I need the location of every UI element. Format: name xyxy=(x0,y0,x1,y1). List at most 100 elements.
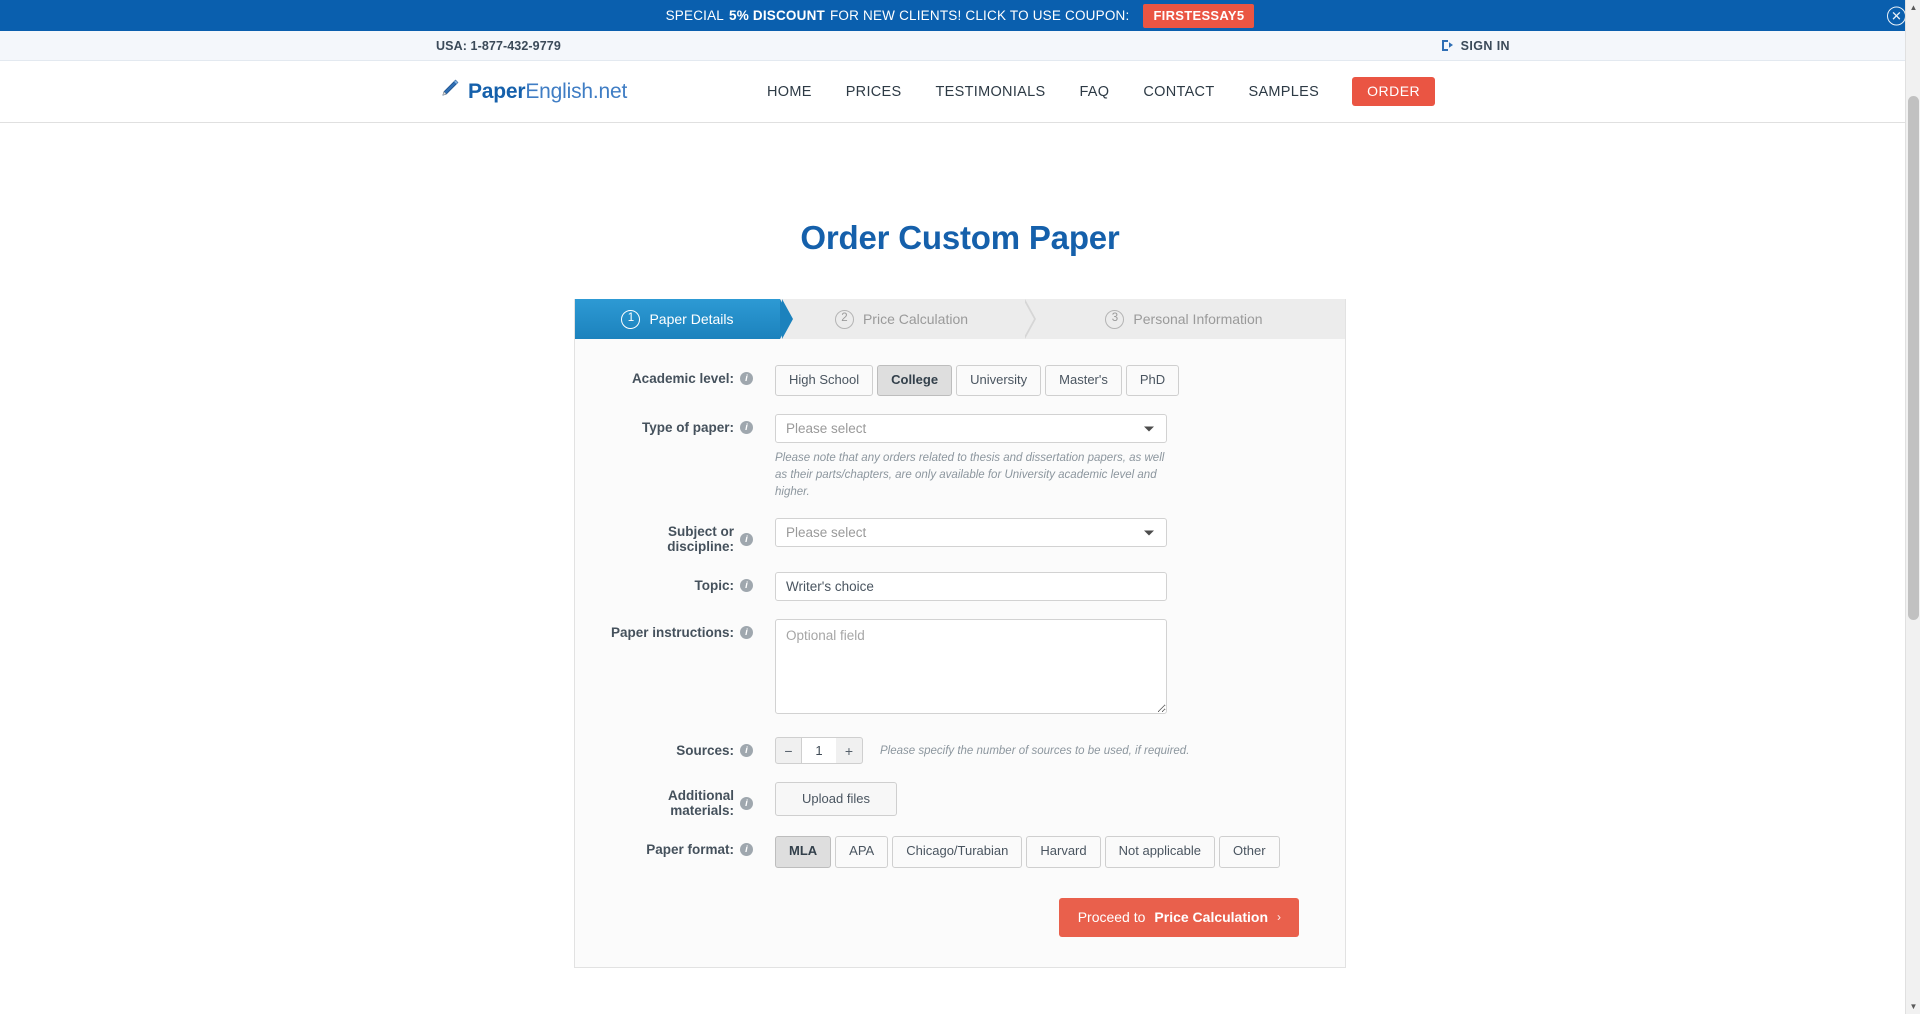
sources-increment-button[interactable]: + xyxy=(836,737,863,765)
paper-format-options: MLA APA Chicago/Turabian Harvard Not app… xyxy=(775,836,1345,868)
academic-level-options: High School College University Master's … xyxy=(775,365,1345,397)
academic-level-university[interactable]: University xyxy=(956,365,1042,397)
label-paper-format: Paper format: i xyxy=(601,836,753,857)
academic-level-masters[interactable]: Master's xyxy=(1045,365,1122,397)
step-number-1: 1 xyxy=(621,309,641,329)
type-of-paper-note: Please note that any orders related to t… xyxy=(775,452,1165,498)
paper-format-other[interactable]: Other xyxy=(1219,836,1280,868)
paper-format-not-applicable[interactable]: Not applicable xyxy=(1104,836,1216,868)
label-additional-materials: Additional materials: i xyxy=(601,782,753,818)
academic-level-college[interactable]: College xyxy=(877,365,953,397)
order-button[interactable]: ORDER xyxy=(1352,77,1436,106)
logo[interactable]: PaperEnglish.net xyxy=(438,78,627,105)
sign-in-label: SIGN IN xyxy=(1460,38,1510,53)
step-label-3: Personal Information xyxy=(1133,311,1263,327)
scroll-up-icon[interactable]: ▲ xyxy=(1906,0,1920,15)
step-label-1: Paper Details xyxy=(649,311,734,327)
step-paper-details[interactable]: 1 Paper Details xyxy=(575,299,793,339)
step-label-2: Price Calculation xyxy=(862,311,969,327)
order-steps: 1 Paper Details 2 Price Calculation 3 Pe… xyxy=(575,299,1345,339)
type-of-paper-select[interactable]: Please select xyxy=(775,414,1167,444)
sources-stepper: − 1 + xyxy=(775,737,863,765)
row-additional-materials: Additional materials: i Upload files xyxy=(575,782,1345,818)
nav-item-prices[interactable]: PRICES xyxy=(829,84,919,100)
paper-format-apa[interactable]: APA xyxy=(835,836,889,868)
label-paper-instructions: Paper instructions: i xyxy=(601,619,753,640)
info-icon[interactable]: i xyxy=(740,421,753,435)
info-icon[interactable]: i xyxy=(740,796,753,810)
sign-in-button[interactable]: SIGN IN xyxy=(1441,39,1510,53)
label-type-of-paper-text: Type of paper: xyxy=(641,420,734,436)
coupon-code-badge[interactable]: FIRSTESSAY5 xyxy=(1143,3,1255,28)
utility-bar: USA: 1-877-432-9779 SIGN IN xyxy=(0,31,1920,61)
label-sources-text: Sources: xyxy=(676,743,734,759)
step-number-3: 3 xyxy=(1105,309,1125,329)
close-icon[interactable]: ✕ xyxy=(1887,6,1906,25)
promo-banner[interactable]: SPECIAL 5% DISCOUNT FOR NEW CLIENTS! CLI… xyxy=(0,0,1920,31)
proceed-prefix: Proceed to xyxy=(1077,908,1146,925)
chevron-right-icon: › xyxy=(1277,909,1281,924)
row-sources: Sources: i − 1 + Please specify the numb… xyxy=(575,737,1345,765)
info-icon[interactable]: i xyxy=(740,372,753,385)
scrollbar-thumb[interactable] xyxy=(1908,96,1919,620)
phone-number: USA: 1-877-432-9779 xyxy=(436,38,561,53)
scroll-down-icon[interactable]: ▼ xyxy=(1906,999,1920,1014)
sources-decrement-button[interactable]: − xyxy=(775,737,802,765)
upload-files-button[interactable]: Upload files xyxy=(775,782,897,817)
proceed-bold: Price Calculation xyxy=(1154,908,1268,925)
main-nav: HOME PRICES TESTIMONIALS FAQ CONTACT SAM… xyxy=(750,77,1436,106)
row-subject: Subject or discipline: i Please select xyxy=(575,518,1345,554)
sources-value[interactable]: 1 xyxy=(802,737,836,765)
nav-item-testimonials[interactable]: TESTIMONIALS xyxy=(919,84,1063,100)
chevron-down-icon xyxy=(1144,530,1154,536)
info-icon[interactable]: i xyxy=(740,843,753,857)
step-number-2: 2 xyxy=(834,309,854,329)
label-paper-instructions-text: Paper instructions: xyxy=(610,625,734,641)
label-academic-level-text: Academic level: xyxy=(631,371,734,386)
label-topic-text: Topic: xyxy=(694,578,735,594)
paper-format-harvard[interactable]: Harvard xyxy=(1026,836,1101,868)
row-academic-level: Academic level: i High School College Un… xyxy=(575,365,1345,397)
label-sources: Sources: i xyxy=(601,737,753,758)
type-of-paper-value: Please select xyxy=(786,421,867,437)
subject-select[interactable]: Please select xyxy=(775,518,1167,548)
step-personal-information[interactable]: 3 Personal Information xyxy=(1023,299,1345,339)
row-topic: Topic: i xyxy=(575,572,1345,602)
page-title: Order Custom Paper xyxy=(800,219,1120,256)
label-type-of-paper: Type of paper: i xyxy=(601,414,753,435)
order-form: Academic level: i High School College Un… xyxy=(575,339,1345,967)
label-subject-text: Subject or discipline: xyxy=(667,524,734,555)
proceed-row: Proceed to Price Calculation › xyxy=(575,886,1345,937)
academic-level-phd[interactable]: PhD xyxy=(1125,365,1180,397)
topic-input[interactable] xyxy=(775,572,1167,602)
nav-item-samples[interactable]: SAMPLES xyxy=(1231,84,1336,100)
row-paper-instructions: Paper instructions: i xyxy=(575,619,1345,719)
row-paper-format: Paper format: i MLA APA Chicago/Turabian… xyxy=(575,836,1345,868)
pen-icon xyxy=(438,78,460,105)
paper-instructions-textarea[interactable] xyxy=(775,619,1167,715)
step-price-calculation[interactable]: 2 Price Calculation xyxy=(780,299,1036,339)
paper-format-chicago-turabian[interactable]: Chicago/Turabian xyxy=(892,836,1023,868)
label-topic: Topic: i xyxy=(601,572,753,593)
subject-value: Please select xyxy=(786,525,867,541)
label-additional-materials-text: Additional materials: xyxy=(668,788,734,819)
nav-item-faq[interactable]: FAQ xyxy=(1062,84,1126,100)
academic-level-high-school[interactable]: High School xyxy=(775,365,874,397)
info-icon[interactable]: i xyxy=(740,744,753,758)
sign-in-icon xyxy=(1441,39,1454,52)
promo-text: SPECIAL 5% DISCOUNT FOR NEW CLIENTS! CLI… xyxy=(666,3,1255,28)
paper-format-mla[interactable]: MLA xyxy=(775,836,832,868)
label-subject: Subject or discipline: i xyxy=(601,518,753,554)
promo-highlight: 5% DISCOUNT xyxy=(729,8,825,23)
proceed-to-price-calculation-button[interactable]: Proceed to Price Calculation › xyxy=(1058,897,1299,937)
info-icon[interactable]: i xyxy=(740,532,753,546)
info-icon[interactable]: i xyxy=(740,626,753,640)
order-form-card: 1 Paper Details 2 Price Calculation 3 Pe… xyxy=(574,299,1346,968)
label-academic-level: Academic level: i xyxy=(601,365,753,386)
nav-item-contact[interactable]: CONTACT xyxy=(1126,84,1231,100)
nav-item-home[interactable]: HOME xyxy=(750,84,829,100)
page-scrollbar[interactable]: ▲ ▼ xyxy=(1905,0,1920,1014)
info-icon[interactable]: i xyxy=(740,579,753,593)
page-content: Order Custom Paper 1 Paper Details 2 Pri… xyxy=(0,123,1920,968)
site-header: PaperEnglish.net HOME PRICES TESTIMONIAL… xyxy=(0,61,1920,123)
